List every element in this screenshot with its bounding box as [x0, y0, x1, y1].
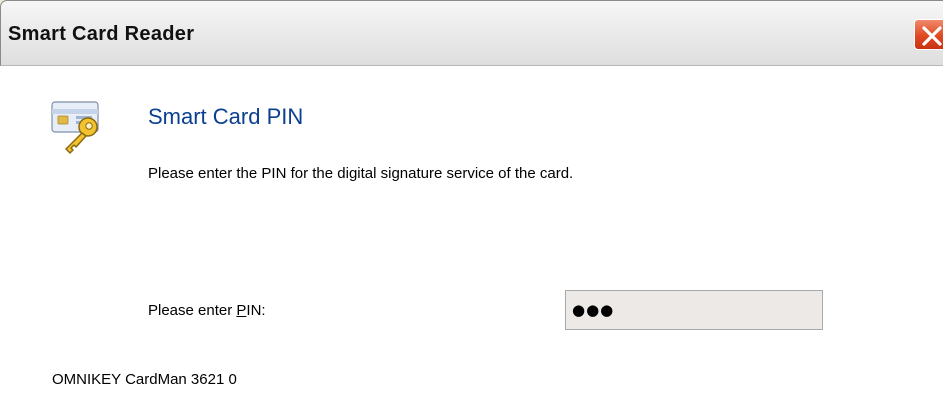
pin-label: Please enter PIN:	[148, 302, 266, 319]
smart-card-key-icon	[50, 96, 110, 156]
pin-label-suffix: IN:	[246, 302, 266, 319]
window-title: Smart Card Reader	[8, 23, 195, 45]
pin-label-accelerator: P	[236, 302, 247, 319]
title-bar[interactable]: Smart Card Reader	[0, 0, 943, 66]
pin-label-prefix: Please enter	[148, 302, 237, 319]
reader-name: OMNIKEY CardMan 3621 0	[52, 371, 237, 388]
close-icon	[922, 26, 942, 46]
close-button[interactable]	[914, 19, 943, 50]
dialog-heading: Smart Card PIN	[148, 104, 304, 129]
dialog-description: Please enter the PIN for the digital sig…	[148, 165, 574, 182]
dialog-content: Smart Card PIN Please enter the PIN for …	[0, 66, 943, 417]
smart-card-reader-dialog: Smart Card Reader Smart Card PIN Please …	[0, 0, 943, 417]
pin-input[interactable]	[565, 290, 823, 330]
